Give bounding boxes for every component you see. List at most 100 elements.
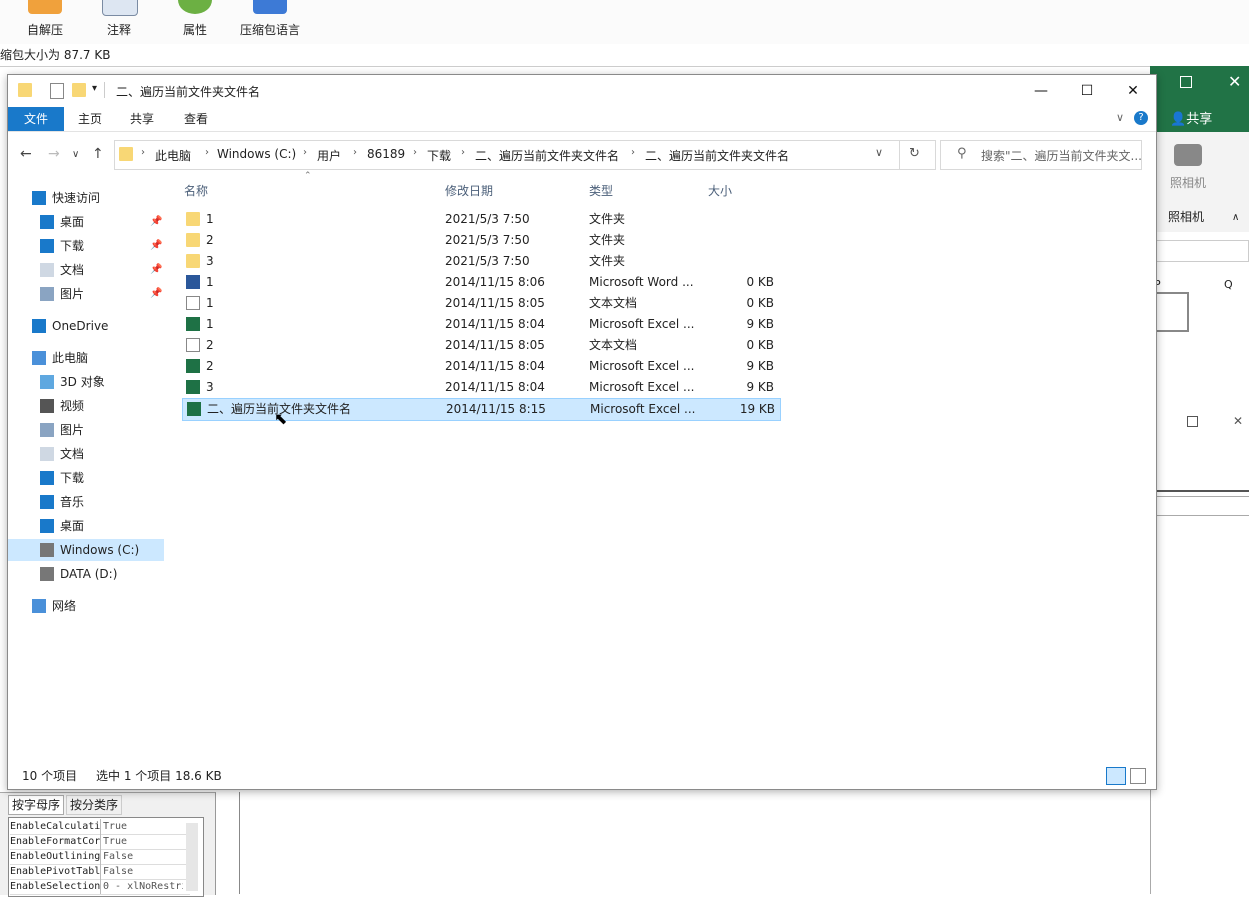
help-icon[interactable]: ? — [1134, 111, 1148, 125]
minimize-button[interactable]: — — [1018, 75, 1064, 107]
breadcrumb-users[interactable]: 用户 — [317, 147, 341, 164]
text-file-icon — [186, 338, 200, 352]
selected-cell[interactable] — [1155, 292, 1189, 332]
pin-icon[interactable]: 📌 — [150, 211, 162, 233]
address-bar[interactable]: › 此电脑 › Windows (C:) › 用户 › 86189 › 下载 ›… — [114, 140, 936, 170]
close-icon[interactable]: ✕ — [1233, 414, 1243, 428]
breadcrumb-user[interactable]: 86189 — [367, 147, 405, 161]
refresh-icon[interactable]: ↻ — [909, 146, 920, 161]
search-input[interactable]: 搜索"二、遍历当前文件夹文... — [981, 147, 1142, 164]
file-name: 1 — [206, 296, 214, 310]
sidebar-item[interactable]: 桌面 — [8, 515, 164, 537]
self-extract-icon — [28, 0, 62, 14]
search-box[interactable]: ⚲ 搜索"二、遍历当前文件夹文... — [940, 140, 1142, 170]
column-header-q: Q — [1224, 278, 1233, 291]
file-type: Microsoft Word ... — [589, 275, 694, 289]
recent-locations-button[interactable]: ∨ — [72, 149, 79, 160]
archive-language-button[interactable]: 压缩包语言 — [235, 0, 305, 44]
vbe-window: ✕ — [1150, 410, 1249, 894]
details-view-icon[interactable] — [1106, 767, 1126, 785]
camera-icon[interactable] — [1174, 144, 1202, 166]
sidebar-item[interactable]: 文档 📌 — [8, 259, 164, 281]
breadcrumb-folder[interactable]: 二、遍历当前文件夹文件名 — [475, 147, 619, 164]
file-row[interactable]: 3 2014/11/15 8:04 Microsoft Excel ... 9 KB — [182, 377, 779, 398]
sidebar-item[interactable]: 下载 — [8, 467, 164, 489]
property-row[interactable]: EnableCalculati True — [10, 819, 190, 835]
star-icon — [32, 191, 46, 205]
sidebar-item[interactable]: 音乐 — [8, 491, 164, 513]
self-extract-button[interactable]: 自解压 — [10, 0, 80, 44]
comment-button[interactable]: 注释 — [84, 0, 154, 44]
sidebar-item[interactable]: DATA (D:) — [8, 563, 164, 585]
breadcrumb-drive[interactable]: Windows (C:) — [217, 147, 296, 161]
file-row[interactable]: 1 2014/11/15 8:06 Microsoft Word ... 0 KB — [182, 272, 779, 293]
close-icon[interactable]: ✕ — [1228, 72, 1241, 91]
pin-icon[interactable]: 📌 — [150, 283, 162, 305]
file-row[interactable]: 1 2014/11/15 8:04 Microsoft Excel ... 9 KB — [182, 314, 779, 335]
properties-scrollbar[interactable] — [186, 823, 198, 891]
new-folder-icon[interactable] — [72, 83, 86, 97]
sidebar-item[interactable]: 文档 — [8, 443, 164, 465]
file-row[interactable]: 3 2021/5/3 7:50 文件夹 — [182, 251, 779, 272]
archiver-toolbar: 自解压 注释 属性 压缩包语言 — [0, 0, 1249, 45]
file-type: Microsoft Excel ... — [589, 359, 695, 373]
sidebar-item[interactable]: OneDrive — [8, 315, 164, 337]
sidebar-item[interactable]: 视频 — [8, 395, 164, 417]
tab-file[interactable]: 文件 — [8, 107, 64, 131]
name-box[interactable] — [1150, 240, 1249, 262]
sidebar-item[interactable]: Windows (C:) — [8, 539, 164, 561]
breadcrumb-this-pc[interactable]: 此电脑 — [155, 147, 191, 164]
tab-home[interactable]: 主页 — [64, 107, 116, 131]
expand-ribbon-icon[interactable]: ∨ — [1116, 111, 1124, 124]
maximize-icon[interactable] — [1187, 416, 1198, 427]
up-button[interactable]: ↑ — [92, 146, 104, 162]
tab-categorized[interactable]: 按分类序 — [66, 795, 123, 815]
properties-quick-icon[interactable] — [50, 83, 64, 99]
property-row[interactable]: EnableFormatCor True — [10, 834, 190, 850]
maximize-button[interactable]: ☐ — [1064, 75, 1110, 107]
property-row[interactable]: EnableOutlining False — [10, 849, 190, 865]
ribbon-tabs: 文件 主页 共享 查看 ∨ ? — [8, 107, 1156, 132]
file-type: Microsoft Excel ... — [590, 402, 696, 416]
column-header-type[interactable]: 类型 — [589, 182, 613, 199]
file-row[interactable]: 2 2014/11/15 8:04 Microsoft Excel ... 9 KB — [182, 356, 779, 377]
customize-quick-access-icon[interactable]: ▾ — [92, 83, 97, 94]
tab-share[interactable]: 共享 — [116, 107, 168, 131]
sidebar-item[interactable]: 图片 — [8, 419, 164, 441]
file-row[interactable]: 2 2014/11/15 8:05 文本文档 0 KB — [182, 335, 779, 356]
folder-icon — [186, 212, 200, 226]
column-header-name[interactable]: 名称 — [184, 182, 208, 199]
procedure-dropdown[interactable] — [1151, 496, 1249, 516]
sidebar-item[interactable]: 3D 对象 — [8, 371, 164, 393]
tab-view[interactable]: 查看 — [170, 107, 222, 131]
document-icon — [40, 447, 54, 461]
breadcrumb-current[interactable]: 二、遍历当前文件夹文件名 — [645, 147, 789, 164]
pin-icon[interactable]: 📌 — [150, 235, 162, 257]
pin-icon[interactable]: 📌 — [150, 259, 162, 281]
collapse-ribbon-icon[interactable]: ∧ — [1232, 212, 1239, 223]
back-button[interactable]: ← — [20, 146, 32, 162]
forward-button[interactable]: → — [48, 146, 60, 162]
sidebar-item[interactable]: 此电脑 — [8, 347, 164, 369]
sidebar-item[interactable]: 下载 📌 — [8, 235, 164, 257]
property-row[interactable]: EnableSelection 0 - xlNoRestri — [10, 879, 190, 895]
large-icons-view-icon[interactable] — [1130, 768, 1146, 784]
breadcrumb-downloads[interactable]: 下载 — [427, 147, 451, 164]
column-header-size[interactable]: 大小 — [708, 182, 732, 199]
file-row[interactable]: 二、遍历当前文件夹文件名 2014/11/15 8:15 Microsoft Exc… — [182, 398, 781, 421]
properties-button[interactable]: 属性 — [160, 0, 230, 44]
sidebar-item[interactable]: 网络 — [8, 595, 164, 617]
excel-share-button[interactable]: 👤共享 — [1170, 108, 1212, 127]
sidebar-item[interactable]: 图片 📌 — [8, 283, 164, 305]
sidebar-item[interactable]: 快速访问 — [8, 187, 164, 209]
maximize-icon[interactable] — [1180, 76, 1192, 88]
address-dropdown-icon[interactable]: ∨ — [875, 146, 883, 159]
column-header-date[interactable]: 修改日期 — [445, 182, 493, 199]
file-row[interactable]: 1 2014/11/15 8:05 文本文档 0 KB — [182, 293, 779, 314]
property-row[interactable]: EnablePivotTabl False — [10, 864, 190, 880]
file-row[interactable]: 1 2021/5/3 7:50 文件夹 — [182, 209, 779, 230]
tab-alphabetic[interactable]: 按字母序 — [8, 795, 65, 815]
sidebar-item[interactable]: 桌面 📌 — [8, 211, 164, 233]
close-button[interactable]: ✕ — [1110, 75, 1156, 107]
file-row[interactable]: 2 2021/5/3 7:50 文件夹 — [182, 230, 779, 251]
